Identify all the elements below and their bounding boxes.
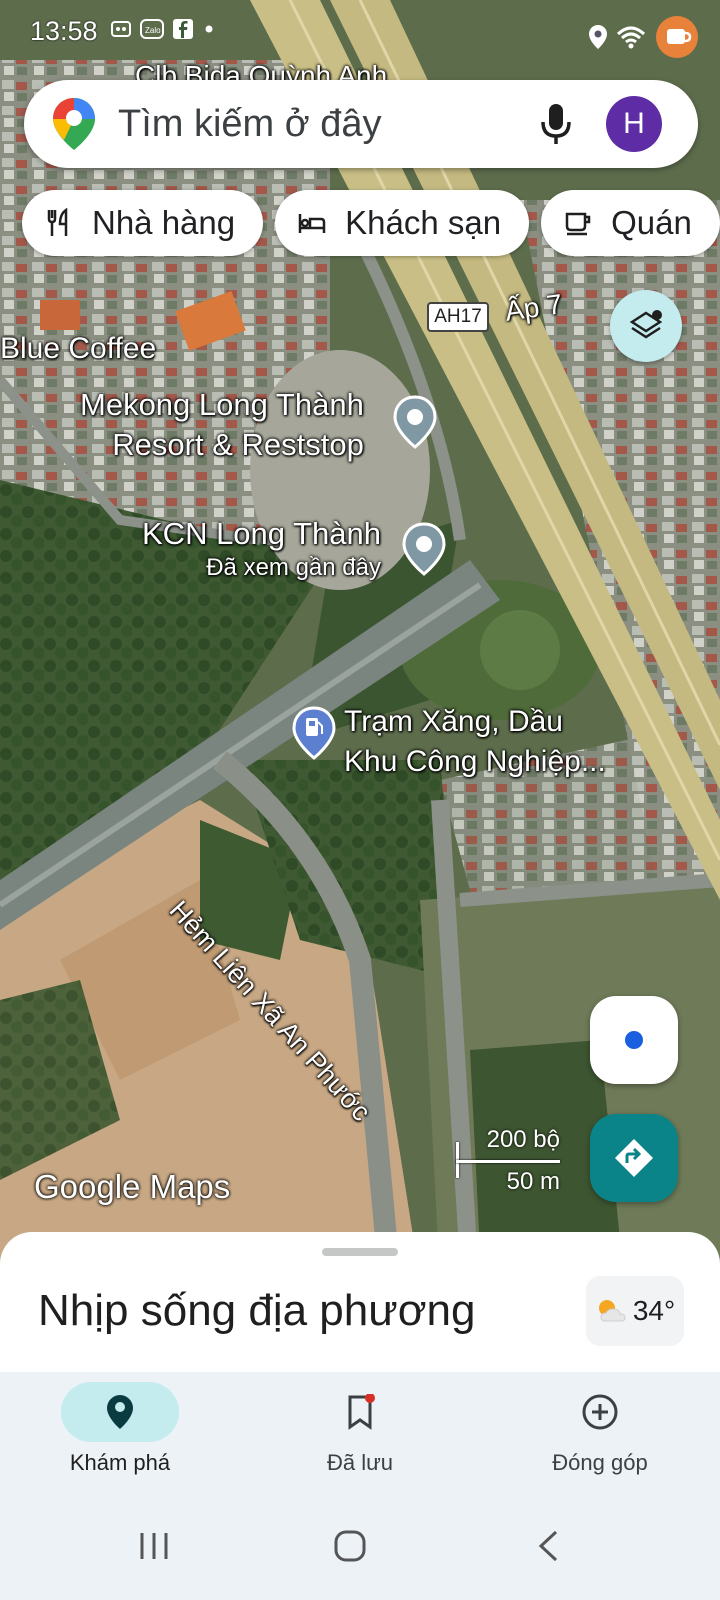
home-icon (334, 1530, 366, 1562)
highway-shield-label: AH17 (434, 306, 482, 327)
nav-label: Đóng góp (552, 1450, 648, 1475)
scale-label-feet: 200 bộ (486, 1126, 560, 1153)
gas-station-line2: Khu Công Nghiệp... (344, 745, 606, 778)
google-maps-pin-icon (53, 98, 95, 150)
system-navigation-bar (0, 1494, 720, 1600)
status-time: 13:58 (30, 16, 98, 46)
mekong-line2: Resort & Reststop (112, 427, 364, 462)
contact-icon (111, 21, 131, 37)
chip-cafes[interactable]: Quán (541, 190, 720, 256)
map-label-kcn[interactable]: KCN Long Thành Đã xem gần đây (142, 516, 381, 582)
cafe-icon (565, 212, 591, 236)
zalo-icon: Zalo (140, 19, 164, 39)
status-left-icons: Zalo (110, 18, 216, 40)
highway-shield: AH17 (427, 302, 489, 332)
scale-line (456, 1160, 560, 1163)
map-view[interactable]: Clb Bida Quỳnh Anh AH17 Ấp 7 Blue Coffee… (0, 0, 720, 1280)
bookmark-icon (348, 1394, 375, 1430)
category-chips: Nhà hàng Khách sạn Quán (22, 190, 720, 256)
mekong-line1: Mekong Long Thành (80, 387, 364, 422)
my-location-icon (625, 1031, 643, 1049)
sheet-drag-handle[interactable] (322, 1248, 398, 1256)
chip-label: Quán (611, 204, 692, 241)
status-bar: 13:58 Zalo (0, 0, 720, 66)
kcn-title: KCN Long Thành (142, 516, 381, 551)
sheet-title: Nhịp sống địa phương (38, 1286, 476, 1335)
location-icon (589, 25, 607, 49)
svg-text:Zalo: Zalo (145, 26, 161, 35)
nav-explore-pill (61, 1382, 179, 1442)
map-label-mekong[interactable]: Mekong Long Thành Resort & Reststop (80, 385, 364, 465)
map-scale: 200 bộ 50 m (456, 1126, 566, 1196)
bottom-sheet[interactable]: Nhịp sống địa phương 34° (0, 1232, 720, 1372)
google-maps-attribution: Google Maps (34, 1168, 231, 1205)
facebook-icon (173, 19, 193, 39)
layers-button[interactable] (610, 290, 682, 362)
restaurant-icon (47, 208, 68, 236)
nav-contribute-pill (541, 1382, 659, 1442)
chip-label: Khách sạn (345, 204, 502, 241)
avatar[interactable]: H (606, 96, 662, 152)
map-label-gas-station[interactable]: Trạm Xăng, Dầu Khu Công Nghiệp... (344, 702, 606, 782)
chip-hotels[interactable]: Khách sạn (275, 190, 530, 256)
directions-icon (615, 1139, 653, 1177)
back-icon (538, 1530, 558, 1562)
chip-label: Nhà hàng (92, 204, 236, 241)
recent-apps-icon (140, 1533, 168, 1559)
directions-button[interactable] (590, 1114, 678, 1202)
nav-label: Đã lưu (326, 1450, 394, 1475)
hotel-icon (298, 214, 326, 233)
nav-saved[interactable]: Đã lưu (240, 1372, 480, 1494)
gas-station-line1: Trạm Xăng, Dầu (344, 705, 563, 738)
notification-icon (656, 16, 698, 58)
home-button[interactable] (320, 1516, 380, 1576)
scale-label-meters: 50 m (506, 1168, 560, 1195)
nav-explore[interactable]: Khám phá (0, 1372, 240, 1494)
nav-label: Khám phá (69, 1450, 171, 1475)
place-pin-icon[interactable] (393, 395, 437, 449)
layers-icon (629, 310, 663, 339)
my-location-button[interactable] (590, 996, 678, 1084)
nav-contribute[interactable]: Đóng góp (480, 1372, 720, 1494)
gas-station-pin-icon[interactable] (292, 706, 336, 760)
back-button[interactable] (518, 1516, 578, 1576)
microphone-icon[interactable] (536, 100, 576, 148)
avatar-letter: H (623, 107, 645, 140)
place-pin-icon[interactable] (402, 522, 446, 576)
kcn-subtitle: Đã xem gần đây (206, 554, 381, 581)
explore-pin-icon (107, 1395, 133, 1429)
dot-icon (205, 25, 213, 33)
wifi-icon (616, 26, 646, 49)
add-circle-icon (582, 1394, 618, 1430)
status-right-icons (588, 14, 700, 60)
recent-apps-button[interactable] (124, 1516, 184, 1576)
partly-sunny-icon (598, 1300, 626, 1322)
bottom-navigation: Khám phá Đã lưu Đóng góp (0, 1372, 720, 1494)
search-input[interactable]: Tìm kiếm ở đây (118, 103, 536, 146)
chip-restaurants[interactable]: Nhà hàng (22, 190, 264, 256)
search-bar[interactable]: Tìm kiếm ở đây H (24, 80, 698, 168)
map-label-blue-coffee[interactable]: Blue Coffee (0, 332, 156, 366)
weather-chip[interactable]: 34° (586, 1276, 684, 1346)
nav-saved-pill (301, 1382, 419, 1442)
weather-temperature: 34° (632, 1295, 676, 1326)
